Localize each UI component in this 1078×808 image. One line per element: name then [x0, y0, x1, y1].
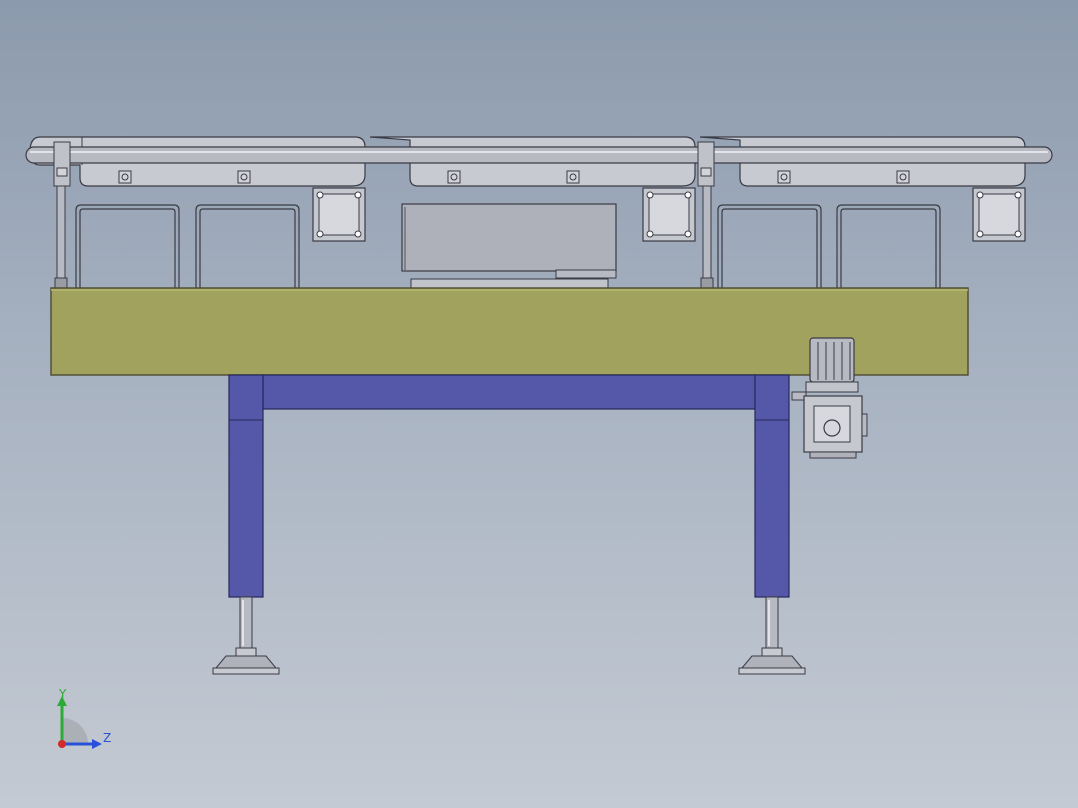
guard-loop-4[interactable]	[836, 204, 941, 295]
center-housing[interactable]	[401, 203, 617, 289]
y-axis-label: Y	[59, 687, 67, 701]
support-leg-right[interactable]	[754, 374, 790, 598]
z-axis-label: Z	[103, 731, 112, 745]
motor-flange-3[interactable]	[972, 187, 1026, 242]
motor-flange-2[interactable]	[642, 187, 696, 242]
rod-bracket-middle[interactable]	[697, 141, 715, 289]
guard-loop-2[interactable]	[195, 204, 300, 295]
cross-beam[interactable]	[262, 374, 757, 410]
orientation-triad: Y Z	[48, 680, 128, 760]
support-leg-left[interactable]	[228, 374, 264, 598]
guard-loop-1[interactable]	[75, 204, 180, 295]
conveyor-assembly-drawing[interactable]	[0, 0, 1078, 808]
guide-rod[interactable]	[25, 146, 1053, 164]
triad-plane	[62, 718, 88, 744]
x-axis-dot	[58, 740, 66, 748]
rod-bracket-left[interactable]	[53, 141, 71, 289]
guard-loop-3[interactable]	[717, 204, 822, 295]
motor-flange-1[interactable]	[312, 187, 366, 242]
leveling-foot-right[interactable]	[738, 596, 806, 675]
cad-viewport[interactable]: Y Z	[0, 0, 1078, 808]
z-axis-arrowhead	[92, 739, 102, 749]
leveling-foot-left[interactable]	[212, 596, 280, 675]
